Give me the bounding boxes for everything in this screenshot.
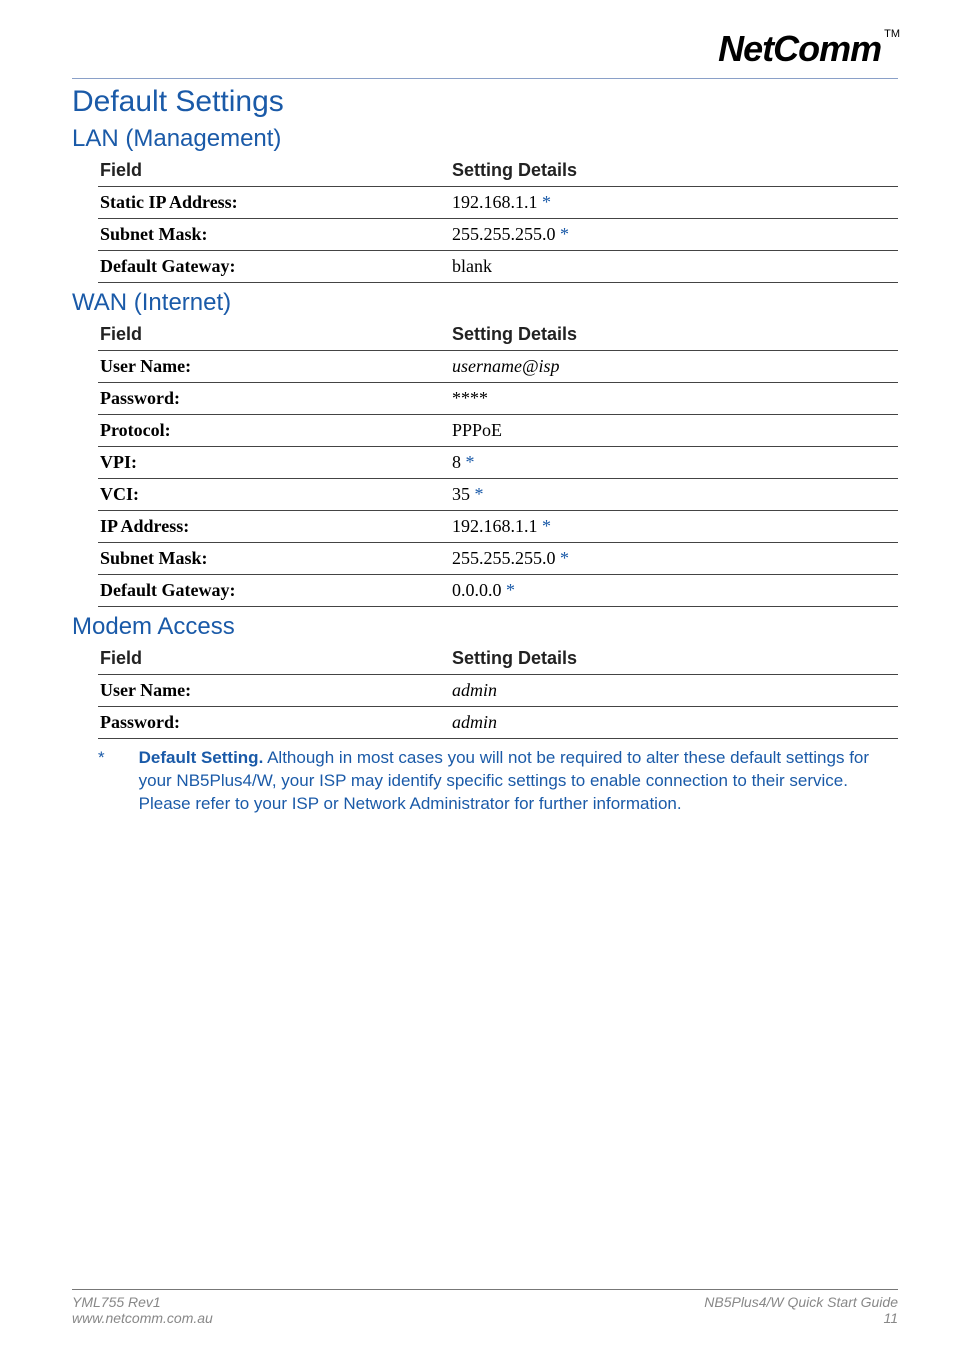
logo-tm: TM xyxy=(884,28,900,40)
footer-page-number: 11 xyxy=(704,1310,898,1326)
field-label: User Name: xyxy=(98,351,450,383)
field-label: Subnet Mask: xyxy=(98,543,450,575)
value-text: 255.255.255.0 xyxy=(452,224,560,244)
page-title: Default Settings xyxy=(72,85,898,119)
table-row: Default Gateway:blank xyxy=(98,251,898,283)
field-label: IP Address: xyxy=(98,511,450,543)
modem-table: Field Setting Details User Name:adminPas… xyxy=(98,643,898,739)
field-label: Protocol: xyxy=(98,415,450,447)
table-row: Default Gateway:0.0.0.0 * xyxy=(98,575,898,607)
page-footer: YML755 Rev1 www.netcomm.com.au NB5Plus4/… xyxy=(0,1289,954,1326)
col-details: Setting Details xyxy=(450,155,898,187)
table-row: User Name:admin xyxy=(98,675,898,707)
field-value: PPPoE xyxy=(450,415,898,447)
field-value: admin xyxy=(450,675,898,707)
table-row: VPI:8 * xyxy=(98,447,898,479)
field-label: Default Gateway: xyxy=(98,251,450,283)
field-label: VCI: xyxy=(98,479,450,511)
field-label: Static IP Address: xyxy=(98,187,450,219)
value-text: 8 xyxy=(452,452,461,472)
field-value: admin xyxy=(450,707,898,739)
field-value: 8 * xyxy=(450,447,898,479)
footer-right: NB5Plus4/W Quick Start Guide 11 xyxy=(704,1294,898,1326)
footer-left-2: www.netcomm.com.au xyxy=(72,1310,213,1326)
value-text: 192.168.1.1 xyxy=(452,192,538,212)
table-row: Password:**** xyxy=(98,383,898,415)
value-text: 192.168.1.1 xyxy=(452,516,538,536)
section-heading-modem: Modem Access xyxy=(72,613,898,641)
value-text: PPPoE xyxy=(452,420,502,440)
footnote: * Default Setting. Although in most case… xyxy=(98,747,898,816)
table-row: Protocol:PPPoE xyxy=(98,415,898,447)
table-row: Password:admin xyxy=(98,707,898,739)
asterisk-icon: * xyxy=(560,548,569,568)
table-row: IP Address:192.168.1.1 * xyxy=(98,511,898,543)
table-row: User Name:username@isp xyxy=(98,351,898,383)
footnote-text: Default Setting. Although in most cases … xyxy=(139,747,898,816)
lan-table: Field Setting Details Static IP Address:… xyxy=(98,155,898,283)
value-text: admin xyxy=(452,680,497,700)
field-value: 192.168.1.1 * xyxy=(450,187,898,219)
value-text: 255.255.255.0 xyxy=(452,548,560,568)
footnote-marker: * xyxy=(98,747,105,816)
table-row: Subnet Mask:255.255.255.0 * xyxy=(98,543,898,575)
footer-right-1: NB5Plus4/W Quick Start Guide xyxy=(704,1294,898,1310)
value-text: **** xyxy=(452,388,488,408)
table-row: Subnet Mask:255.255.255.0 * xyxy=(98,219,898,251)
asterisk-icon: * xyxy=(466,452,475,472)
value-text: admin xyxy=(452,712,497,732)
table-header-row: Field Setting Details xyxy=(98,155,898,187)
field-label: Default Gateway: xyxy=(98,575,450,607)
field-value: 192.168.1.1 * xyxy=(450,511,898,543)
field-label: Password: xyxy=(98,383,450,415)
col-details: Setting Details xyxy=(450,319,898,351)
value-text: blank xyxy=(452,256,492,276)
field-value: username@isp xyxy=(450,351,898,383)
field-label: User Name: xyxy=(98,675,450,707)
col-details: Setting Details xyxy=(450,643,898,675)
field-value: 35 * xyxy=(450,479,898,511)
field-label: Password: xyxy=(98,707,450,739)
footer-divider xyxy=(72,1289,898,1290)
table-header-row: Field Setting Details xyxy=(98,643,898,675)
field-label: VPI: xyxy=(98,447,450,479)
table-row: VCI:35 * xyxy=(98,479,898,511)
field-value: **** xyxy=(450,383,898,415)
footnote-bold: Default Setting. xyxy=(139,748,264,767)
field-value: 0.0.0.0 * xyxy=(450,575,898,607)
section-heading-lan: LAN (Management) xyxy=(72,125,898,153)
value-text: 0.0.0.0 xyxy=(452,580,502,600)
header-divider xyxy=(72,78,898,79)
col-field: Field xyxy=(98,643,450,675)
field-value: 255.255.255.0 * xyxy=(450,543,898,575)
brand-logo: NetCommTM xyxy=(718,28,900,70)
col-field: Field xyxy=(98,319,450,351)
asterisk-icon: * xyxy=(506,580,515,600)
field-label: Subnet Mask: xyxy=(98,219,450,251)
table-header-row: Field Setting Details xyxy=(98,319,898,351)
col-field: Field xyxy=(98,155,450,187)
asterisk-icon: * xyxy=(560,224,569,244)
asterisk-icon: * xyxy=(475,484,484,504)
field-value: blank xyxy=(450,251,898,283)
asterisk-icon: * xyxy=(542,192,551,212)
asterisk-icon: * xyxy=(542,516,551,536)
field-value: 255.255.255.0 * xyxy=(450,219,898,251)
value-text: 35 xyxy=(452,484,470,504)
footer-left: YML755 Rev1 www.netcomm.com.au xyxy=(72,1294,213,1326)
section-heading-wan: WAN (Internet) xyxy=(72,289,898,317)
footer-left-1: YML755 Rev1 xyxy=(72,1294,161,1310)
logo-text: NetComm xyxy=(718,28,881,69)
value-text: username@isp xyxy=(452,356,560,376)
table-row: Static IP Address:192.168.1.1 * xyxy=(98,187,898,219)
wan-table: Field Setting Details User Name:username… xyxy=(98,319,898,607)
